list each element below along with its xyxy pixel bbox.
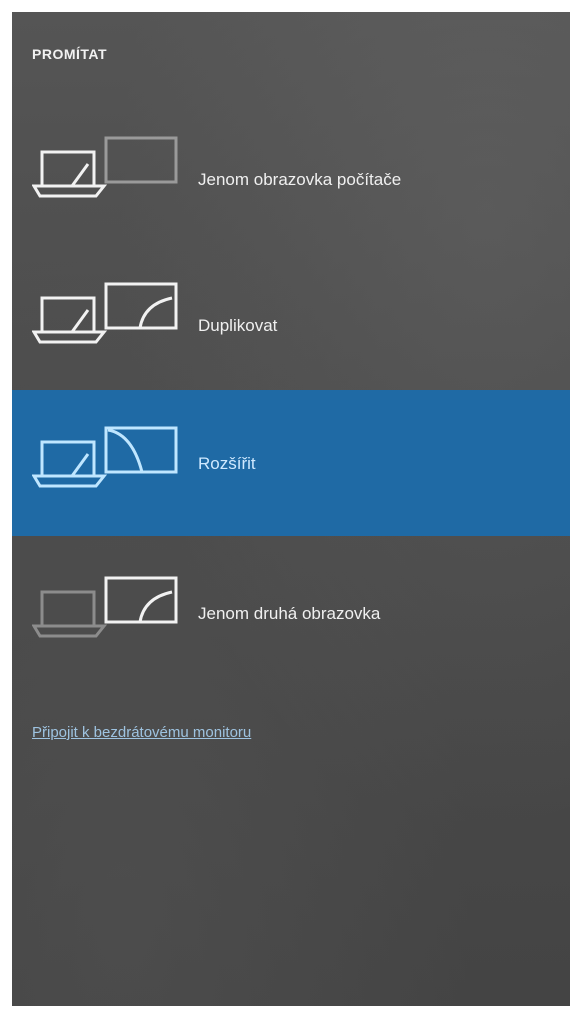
extend-icon: [32, 426, 178, 488]
pc-screen-only-icon: [32, 136, 178, 198]
option-label: Duplikovat: [198, 316, 278, 335]
second-screen-only-icon: [32, 576, 178, 638]
option-extend[interactable]: Rozšířit: [12, 390, 570, 536]
option-label: Rozšířit: [198, 454, 256, 473]
option-label: Jenom obrazovka počítače: [198, 170, 402, 189]
option-second-screen-only[interactable]: Jenom druhá obrazovka: [12, 540, 570, 686]
option-duplicate[interactable]: Duplikovat: [12, 250, 570, 396]
project-panel: PROMÍTAT Jenom obrazovka počítače Duplik…: [12, 12, 570, 1006]
duplicate-icon: [32, 282, 178, 344]
option-pc-screen-only[interactable]: Jenom obrazovka počítače: [12, 104, 570, 250]
connect-wireless-display-link[interactable]: Připojit k bezdrátovému monitoru: [32, 724, 251, 741]
panel-title: PROMÍTAT: [32, 46, 108, 62]
option-label: Jenom druhá obrazovka: [198, 604, 381, 623]
